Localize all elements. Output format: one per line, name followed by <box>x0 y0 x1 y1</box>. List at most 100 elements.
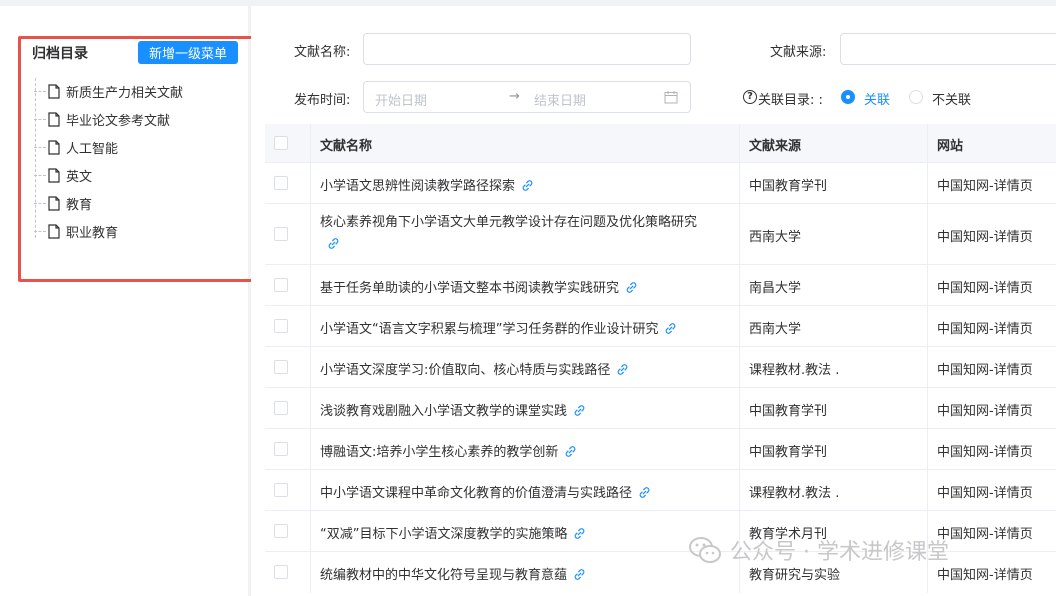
row-checkbox[interactable] <box>274 524 288 538</box>
column-divider <box>310 204 311 265</box>
link-icon[interactable] <box>521 179 534 192</box>
tree-item-education[interactable]: 教育 <box>34 193 92 213</box>
doc-source-cell: 课程教材.教法 . <box>749 363 840 378</box>
link-icon[interactable] <box>625 281 638 294</box>
column-divider <box>739 265 740 306</box>
site-cell: 中国知网-详情页 <box>937 486 1033 501</box>
doc-name-text: 小学语文深度学习:价值取向、核心特质与实践路径 <box>320 363 611 378</box>
tree-item-productivity[interactable]: 新质生产力相关文献 <box>34 81 183 101</box>
doc-name-text: 博融语文:培养小学生核心素养的教学创新 <box>320 445 559 460</box>
row-checkbox[interactable] <box>274 278 288 292</box>
header-site: 网站 <box>937 139 964 154</box>
doc-source-cell: 中国教育学刊 <box>749 404 828 419</box>
publish-date-range-picker[interactable]: 开始日期 → 结束日期 <box>363 81 691 113</box>
link-icon[interactable] <box>664 322 677 335</box>
doc-name-text: “双减”目标下小学语文深度教学的实施策略 <box>320 527 568 542</box>
row-checkbox[interactable] <box>274 319 288 333</box>
row-checkbox[interactable] <box>274 360 288 374</box>
doc-name-text: 基于任务单助读的小学语文整本书阅读教学实践研究 <box>320 281 620 296</box>
doc-name-text: 浅谈教育戏剧融入小学语文教学的课堂实践 <box>320 404 568 419</box>
table-row[interactable]: 基于任务单助读的小学语文整本书阅读教学实践研究 南昌大学 中国知网-详情页 <box>265 265 1056 306</box>
table-row[interactable]: 核心素养视角下小学语文大单元教学设计存在问题及优化策略研究 西南大学 中国知网-… <box>265 204 1056 265</box>
link-icon[interactable] <box>573 404 586 417</box>
link-icon[interactable] <box>564 445 577 458</box>
site-cell: 中国知网-详情页 <box>937 179 1033 194</box>
column-divider <box>310 347 311 388</box>
tree-item-thesis[interactable]: 毕业论文参考文献 <box>34 109 170 129</box>
document-icon <box>48 139 60 155</box>
tree-item-label: 职业教育 <box>66 225 119 241</box>
doc-source-cell: 南昌大学 <box>749 281 802 296</box>
column-divider <box>310 265 311 306</box>
end-date-input[interactable]: 结束日期 <box>534 90 586 109</box>
site-cell: 中国知网-详情页 <box>937 527 1033 542</box>
doc-source-cell: 教育研究与实验 <box>749 568 841 583</box>
radio-linked-label[interactable]: 关联 <box>864 89 890 108</box>
column-divider <box>739 388 740 429</box>
select-all-checkbox[interactable] <box>274 136 288 150</box>
calendar-icon <box>664 91 678 104</box>
document-icon <box>48 223 60 239</box>
site-cell: 中国知网-详情页 <box>937 322 1033 337</box>
radio-unlinked-label[interactable]: 不关联 <box>932 89 971 108</box>
document-icon <box>48 167 60 183</box>
table-row[interactable]: 小学语文思辨性阅读教学路径探索 中国教育学刊 中国知网-详情页 <box>265 163 1056 204</box>
tree-item-label: 教育 <box>66 197 93 213</box>
doc-name-cell: 博融语文:培养小学生核心素养的教学创新 <box>320 441 577 460</box>
column-divider <box>927 265 928 306</box>
question-circle-icon[interactable]: ? <box>743 90 757 104</box>
site-cell: 中国知网-详情页 <box>937 404 1033 419</box>
table-row[interactable]: 中小学语文课程中革命文化教育的价值澄清与实践路径 课程教材.教法 . 中国知网-… <box>265 470 1056 511</box>
radio-linked[interactable] <box>841 90 855 104</box>
column-divider <box>739 124 740 163</box>
add-top-menu-button[interactable]: 新增一级菜单 <box>138 41 238 64</box>
table-row[interactable]: 浅谈教育戏剧融入小学语文教学的课堂实践 中国教育学刊 中国知网-详情页 <box>265 388 1056 429</box>
tree-item-ai[interactable]: 人工智能 <box>34 137 118 157</box>
publish-time-label: 发布时间: <box>294 93 351 108</box>
row-checkbox[interactable] <box>274 442 288 456</box>
tree-item-label: 毕业论文参考文献 <box>66 113 171 129</box>
radio-unlinked[interactable] <box>909 90 923 104</box>
archive-catalog-highlight <box>18 36 258 282</box>
row-checkbox[interactable] <box>274 176 288 190</box>
tree-item-vocational[interactable]: 职业教育 <box>34 221 118 241</box>
column-divider <box>310 163 311 204</box>
doc-source-label: 文献来源: <box>770 45 827 60</box>
row-checkbox[interactable] <box>274 227 288 241</box>
column-divider <box>927 204 928 265</box>
table-row[interactable]: 博融语文:培养小学生核心素养的教学创新 中国教育学刊 中国知网-详情页 <box>265 429 1056 470</box>
row-checkbox[interactable] <box>274 565 288 579</box>
row-checkbox[interactable] <box>274 483 288 497</box>
tree-item-label: 新质生产力相关文献 <box>66 85 184 101</box>
tree-connector <box>34 146 46 148</box>
tree-item-label: 人工智能 <box>66 141 119 157</box>
column-divider <box>310 470 311 511</box>
header-doc-source: 文献来源 <box>749 139 802 154</box>
column-divider <box>927 429 928 470</box>
table-row[interactable]: 小学语文“语言文字积累与梳理”学习任务群的作业设计研究 西南大学 中国知网-详情… <box>265 306 1056 347</box>
link-icon[interactable] <box>616 363 629 376</box>
column-divider <box>739 306 740 347</box>
row-checkbox[interactable] <box>274 401 288 415</box>
column-divider <box>927 124 928 163</box>
column-divider <box>739 163 740 204</box>
link-icon[interactable] <box>327 237 340 250</box>
doc-name-text: 统编教材中的中华文化符号呈现与教育意蕴 <box>320 568 568 583</box>
table-row[interactable]: 小学语文深度学习:价值取向、核心特质与实践路径 课程教材.教法 . 中国知网-详… <box>265 347 1056 388</box>
doc-name-input[interactable] <box>363 33 691 65</box>
link-icon[interactable] <box>573 527 586 540</box>
site-cell: 中国知网-详情页 <box>937 363 1033 378</box>
column-divider <box>927 388 928 429</box>
link-icon[interactable] <box>573 568 586 581</box>
tree-connector <box>34 118 46 120</box>
column-divider <box>310 511 311 552</box>
link-icon[interactable] <box>638 486 651 499</box>
wechat-icon <box>689 537 721 563</box>
start-date-input[interactable]: 开始日期 <box>375 90 427 109</box>
doc-name-label: 文献名称: <box>294 45 351 60</box>
header-doc-name: 文献名称 <box>320 139 373 154</box>
doc-name-text: 中小学语文课程中革命文化教育的价值澄清与实践路径 <box>320 486 633 501</box>
doc-source-input[interactable] <box>840 33 1056 65</box>
tree-item-english[interactable]: 英文 <box>34 165 92 185</box>
doc-name-cell: 浅谈教育戏剧融入小学语文教学的课堂实践 <box>320 400 586 419</box>
